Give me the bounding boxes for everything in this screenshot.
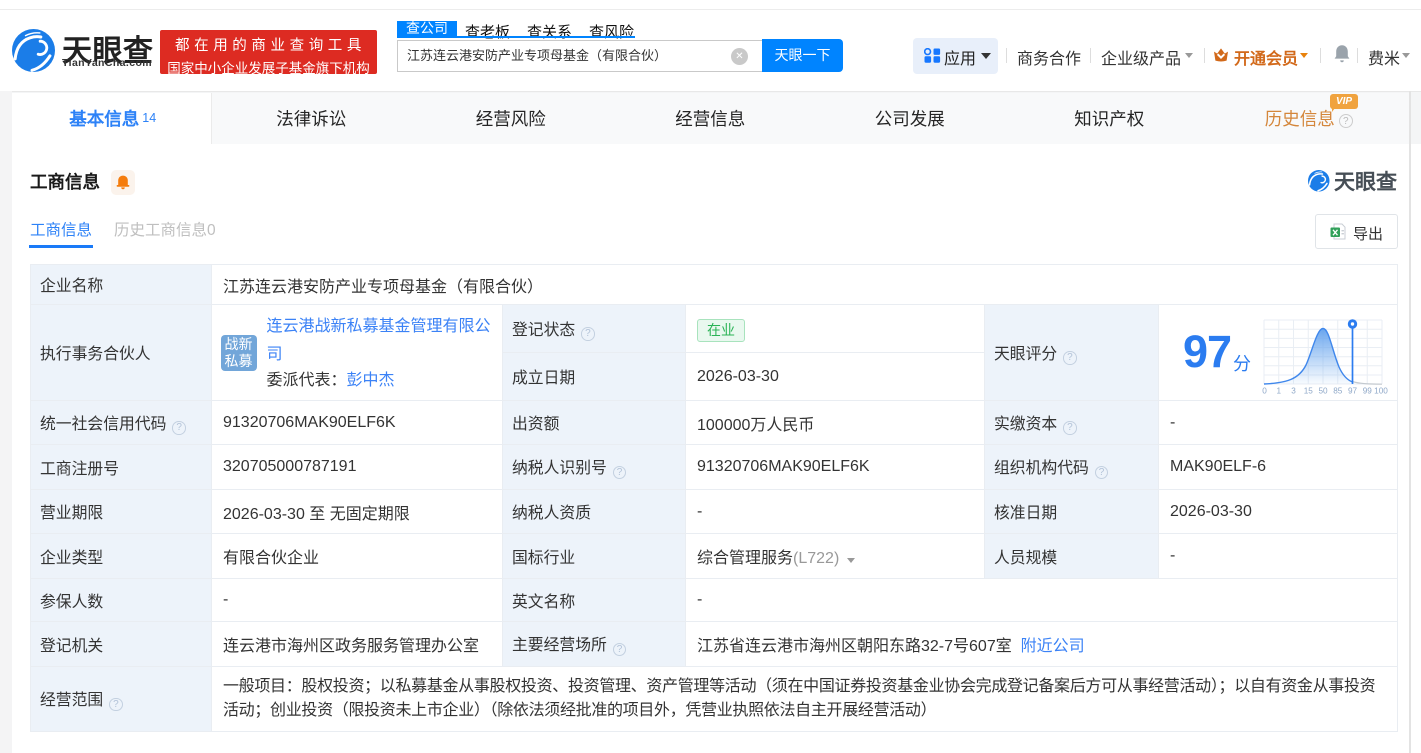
svg-text:15: 15 xyxy=(1304,386,1314,395)
svg-text:0: 0 xyxy=(1262,386,1267,395)
svg-text:3: 3 xyxy=(1291,386,1296,395)
svg-text:99: 99 xyxy=(1363,386,1373,395)
svg-text:85: 85 xyxy=(1333,386,1343,395)
svg-text:1: 1 xyxy=(1276,386,1281,395)
svg-text:97: 97 xyxy=(1348,386,1358,395)
svg-text:天眼查: 天眼查 xyxy=(1334,170,1397,193)
svg-text:50: 50 xyxy=(1318,386,1328,395)
svg-text:100: 100 xyxy=(1374,386,1388,395)
